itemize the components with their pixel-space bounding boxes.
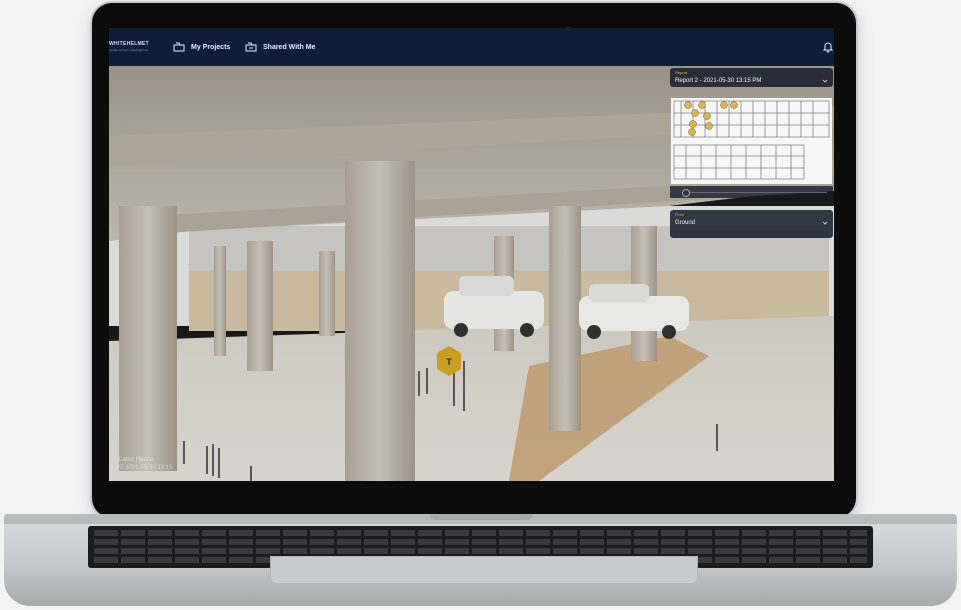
report-panel: Report Report 2 - 2021-05-30 13:15 PM Fl… [670, 68, 833, 238]
key-row [94, 530, 867, 536]
floor-plan-minimap[interactable] [671, 98, 832, 184]
folder-icon [173, 42, 185, 52]
floor-dropdown-value: Ground [675, 220, 696, 226]
shared-folder-icon [245, 42, 257, 52]
brand-logo-tagline: construction intelligence [109, 48, 149, 52]
key-row [94, 539, 867, 545]
report-selector[interactable]: Report Report 2 - 2021-05-30 13:15 PM [670, 68, 833, 87]
report-dropdown[interactable]: Report 2 - 2021-05-30 13:15 PM [670, 75, 833, 87]
report-label: Report [675, 70, 688, 75]
watermark-timestamp: © 2021-05-30 13:15 [119, 465, 173, 471]
key-row [94, 548, 867, 554]
nav-shared-with-me-label: Shared With Me [263, 43, 316, 51]
slider-handle[interactable] [682, 189, 690, 197]
brand-logo[interactable]: WHITEHELMET construction intelligence [109, 41, 149, 53]
trackpad [270, 556, 698, 584]
timeline-slider[interactable] [670, 186, 833, 198]
chevron-down-icon [822, 79, 828, 83]
nav-my-projects-label: My Projects [191, 43, 231, 51]
watermark-project-name: Labor House [119, 457, 154, 463]
nav-my-projects[interactable]: My Projects [173, 28, 230, 66]
nav-shared-with-me[interactable]: Shared With Me [245, 28, 315, 66]
laptop-base [4, 514, 957, 606]
floor-label: Floor [675, 212, 685, 217]
bell-icon[interactable] [822, 41, 834, 53]
viewer-watermark: Labor House © 2021-05-30 13:15 [119, 456, 172, 472]
lid-notch [429, 514, 533, 520]
report-dropdown-value: Report 2 - 2021-05-30 13:15 PM [675, 78, 762, 84]
app-screen: WHITEHELMET construction intelligence My… [109, 28, 834, 481]
floor-dropdown[interactable]: Ground [670, 217, 833, 229]
chevron-down-icon [822, 221, 828, 225]
top-navigation-bar: WHITEHELMET construction intelligence My… [109, 28, 834, 66]
floor-selector[interactable]: Floor Ground [670, 210, 833, 238]
slider-track [686, 192, 827, 193]
